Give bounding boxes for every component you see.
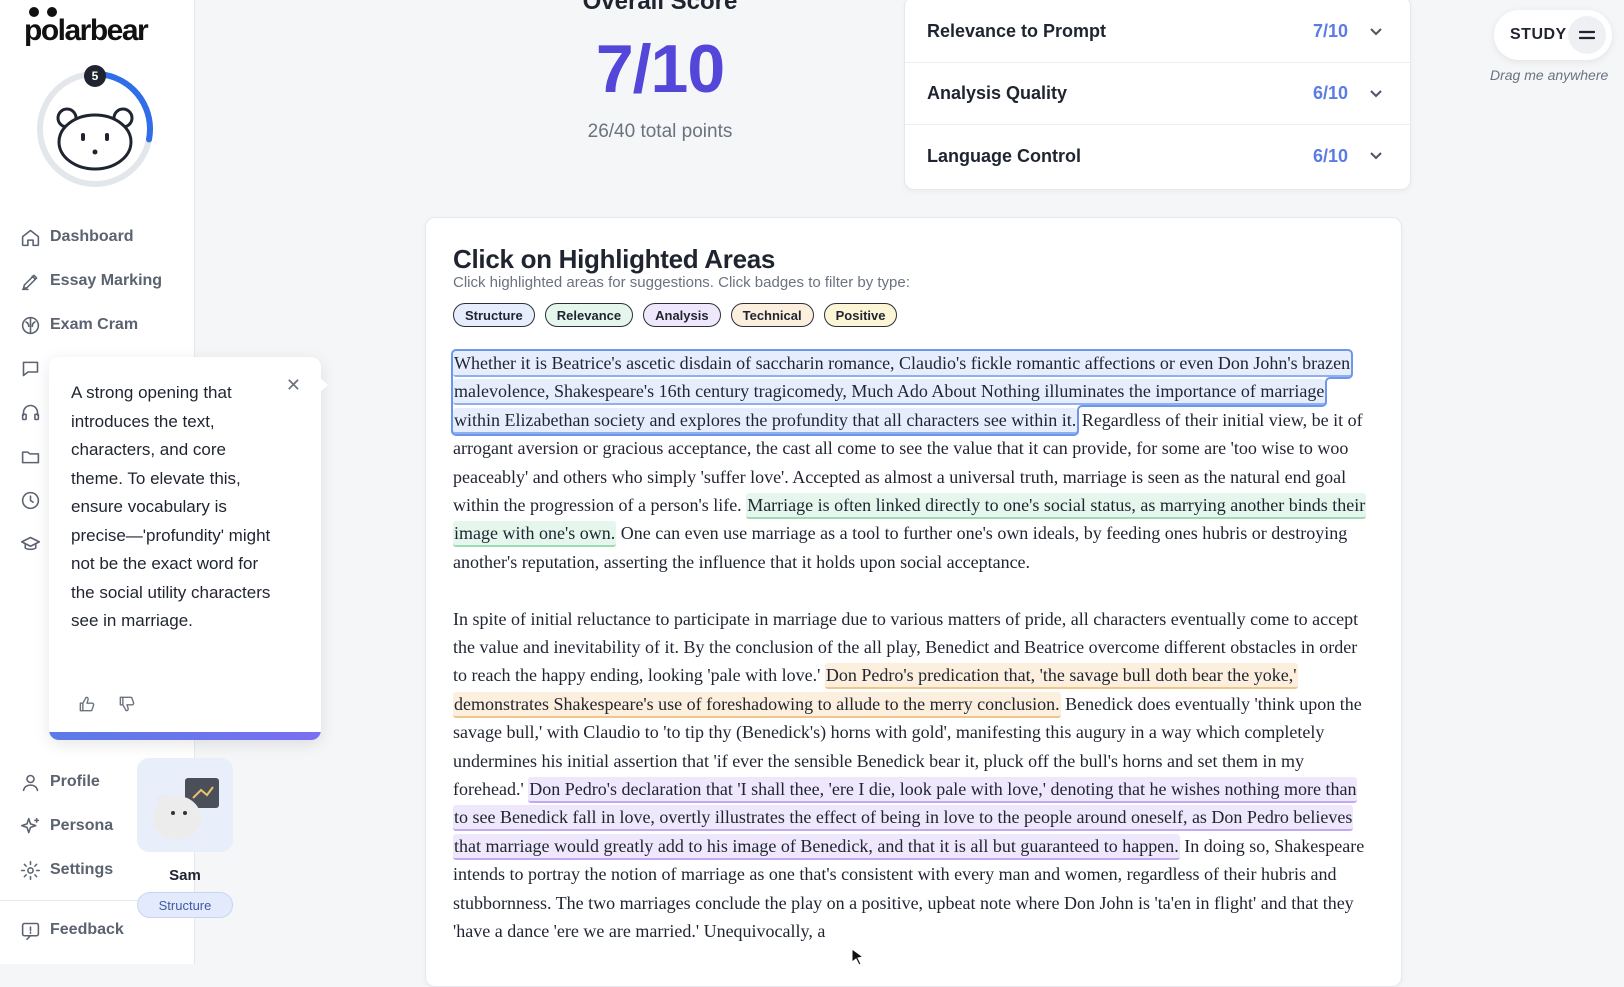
- folder-icon: [21, 451, 40, 464]
- home-icon: [21, 229, 40, 246]
- thumbs-down-icon[interactable]: [117, 694, 137, 714]
- criteria-row[interactable]: Analysis Quality 6/10: [905, 63, 1410, 125]
- sidebar-item-label: Persona: [50, 817, 114, 834]
- sidebar-item-essay-marking[interactable]: Essay Marking: [20, 269, 162, 293]
- drag-hint: Drag me anywhere: [1490, 67, 1609, 83]
- mouse-cursor-icon: [851, 948, 865, 966]
- criteria-label: Relevance to Prompt: [927, 21, 1107, 41]
- brain-icon: [21, 316, 40, 334]
- criteria-panel: Relevance to Prompt 7/10 Analysis Qualit…: [904, 0, 1411, 190]
- study-widget[interactable]: STUDY: [1494, 10, 1612, 60]
- essay-body: Whether it is Beatrice's ascetic disdain…: [450, 349, 1373, 974]
- essay-subtitle: Click highlighted areas for suggestions.…: [453, 274, 910, 291]
- sidebar-item-files[interactable]: [20, 446, 41, 467]
- overall-score: 7/10: [595, 31, 725, 107]
- total-points: 26/40 total points: [587, 121, 733, 142]
- popover-arrow: [318, 376, 328, 394]
- sidebar-item-persona[interactable]: Persona: [20, 814, 113, 838]
- score-title: Overall Score: [582, 0, 738, 15]
- sidebar-item-dashboard[interactable]: Dashboard: [20, 225, 134, 249]
- sidebar-item-chat[interactable]: [20, 358, 41, 379]
- criteria-row[interactable]: Language Control 6/10: [905, 125, 1410, 187]
- criteria-label: Analysis Quality: [927, 83, 1068, 103]
- criteria-score: 6/10: [1312, 145, 1348, 166]
- sparkles-icon: [20, 817, 40, 833]
- sidebar-item-settings[interactable]: Settings: [20, 858, 113, 882]
- persona-name: Sam: [169, 867, 201, 884]
- app-logo[interactable]: polarbear: [24, 14, 149, 48]
- essay-title: Click on Highlighted Areas: [453, 244, 776, 274]
- persona-tag[interactable]: Structure: [137, 892, 233, 918]
- sidebar-item-label: Exam Cram: [50, 316, 139, 333]
- progress-ring: [37, 71, 153, 187]
- sidebar-item-learn[interactable]: [20, 534, 41, 555]
- suggestion-text: A strong opening that introduces the tex…: [71, 383, 271, 630]
- clock-icon: [21, 491, 40, 510]
- criteria-row[interactable]: Relevance to Prompt 7/10: [905, 1, 1410, 63]
- sidebar-item-label: Feedback: [50, 921, 124, 938]
- sidebar-item-label: Essay Marking: [50, 272, 163, 289]
- essay-panel: Click on Highlighted Areas Click highlig…: [425, 217, 1402, 987]
- sidebar-item-label: Dashboard: [50, 228, 134, 245]
- essay-paragraph: In spite of initial reluctance to partic…: [453, 605, 1373, 946]
- sidebar-item-history[interactable]: [20, 490, 41, 511]
- menu-icon: [1579, 30, 1595, 40]
- essay-paragraph: Whether it is Beatrice's ascetic disdain…: [450, 349, 1373, 576]
- criteria-score: 6/10: [1312, 83, 1348, 103]
- sidebar-item-label: Settings: [50, 861, 114, 878]
- graduation-cap-icon: [20, 536, 41, 551]
- filter-badges: Structure Relevance Analysis Technical P…: [453, 303, 898, 327]
- badge-analysis[interactable]: Analysis: [643, 303, 721, 327]
- sidebar-item-audio[interactable]: [20, 402, 41, 423]
- persona-tag-label: Structure: [158, 897, 212, 913]
- thumbs-up-icon[interactable]: [77, 694, 97, 714]
- suggestion-progress-bar: [49, 732, 321, 740]
- badge-positive[interactable]: Positive: [823, 303, 898, 327]
- chevron-down-icon[interactable]: [1368, 85, 1384, 101]
- persona-avatar-card[interactable]: [137, 758, 233, 852]
- close-icon[interactable]: ✕: [286, 375, 301, 396]
- sidebar-item-exam-cram[interactable]: Exam Cram: [20, 313, 138, 337]
- criteria-label: Language Control: [927, 145, 1081, 166]
- chevron-down-icon[interactable]: [1368, 147, 1384, 163]
- feedback-buttons: [77, 694, 137, 714]
- progress-badge: 5: [84, 65, 106, 87]
- sidebar-item-feedback[interactable]: Feedback: [20, 918, 124, 942]
- badge-technical[interactable]: Technical: [730, 303, 814, 327]
- badge-structure[interactable]: Structure: [453, 303, 535, 327]
- chevron-down-icon[interactable]: [1368, 23, 1384, 39]
- criteria-score: 7/10: [1312, 21, 1348, 41]
- study-menu-button[interactable]: [1568, 16, 1606, 54]
- chat-icon: [22, 361, 39, 377]
- sidebar-item-profile[interactable]: Profile: [20, 770, 100, 794]
- headphones-icon: [21, 404, 40, 421]
- gear-icon: [20, 860, 41, 880]
- badge-relevance[interactable]: Relevance: [544, 303, 634, 327]
- pen-icon: [21, 274, 38, 290]
- sidebar-item-label: Profile: [50, 773, 100, 790]
- persona-bear-icon: [153, 778, 219, 840]
- study-label: STUDY: [1510, 26, 1567, 43]
- user-icon: [22, 774, 39, 791]
- feedback-icon: [21, 922, 40, 940]
- suggestion-popover: A strong opening that introduces the tex…: [49, 357, 321, 740]
